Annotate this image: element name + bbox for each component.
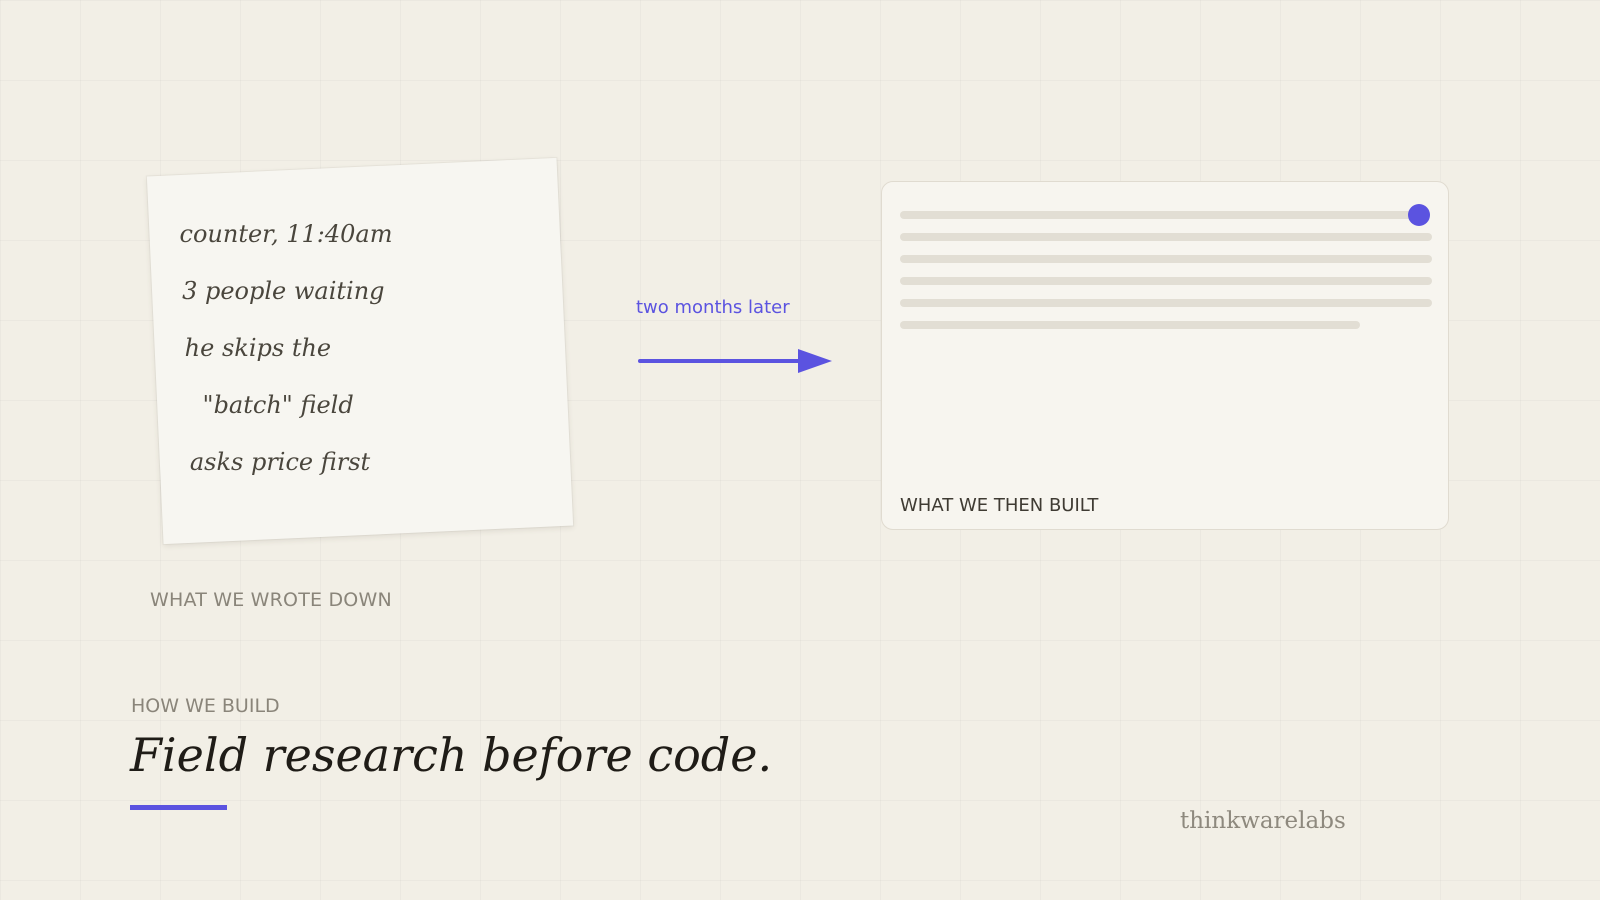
built-product-card: WHAT WE THEN BUILT — [881, 181, 1449, 530]
arrow-right-icon — [638, 349, 832, 373]
placeholder-bar — [900, 321, 1360, 329]
field-note-paper: counter, 11:40am 3 people waiting he ski… — [146, 157, 574, 545]
note-line: asks price first — [189, 447, 371, 476]
note-line: he skips the — [184, 333, 332, 362]
note-line: 3 people waiting — [182, 277, 385, 306]
title-underline — [130, 805, 227, 810]
brand-wordmark: thinkwarelabs — [1180, 808, 1346, 834]
placeholder-bar — [900, 299, 1432, 307]
card-caption: WHAT WE THEN BUILT — [900, 495, 1099, 516]
placeholder-bar — [900, 211, 1418, 219]
note-line: counter, 11:40am — [179, 220, 393, 249]
note-caption: WHAT WE WROTE DOWN — [150, 589, 392, 611]
placeholder-bar — [900, 277, 1432, 285]
placeholder-bar — [900, 255, 1432, 263]
page-title: Field research before code. — [130, 728, 773, 782]
placeholder-bar — [900, 233, 1432, 241]
note-line: "batch" field — [187, 390, 354, 419]
section-eyebrow: HOW WE BUILD — [131, 695, 280, 717]
status-dot-icon — [1408, 204, 1430, 226]
arrow-annotation: two months later — [636, 297, 790, 318]
